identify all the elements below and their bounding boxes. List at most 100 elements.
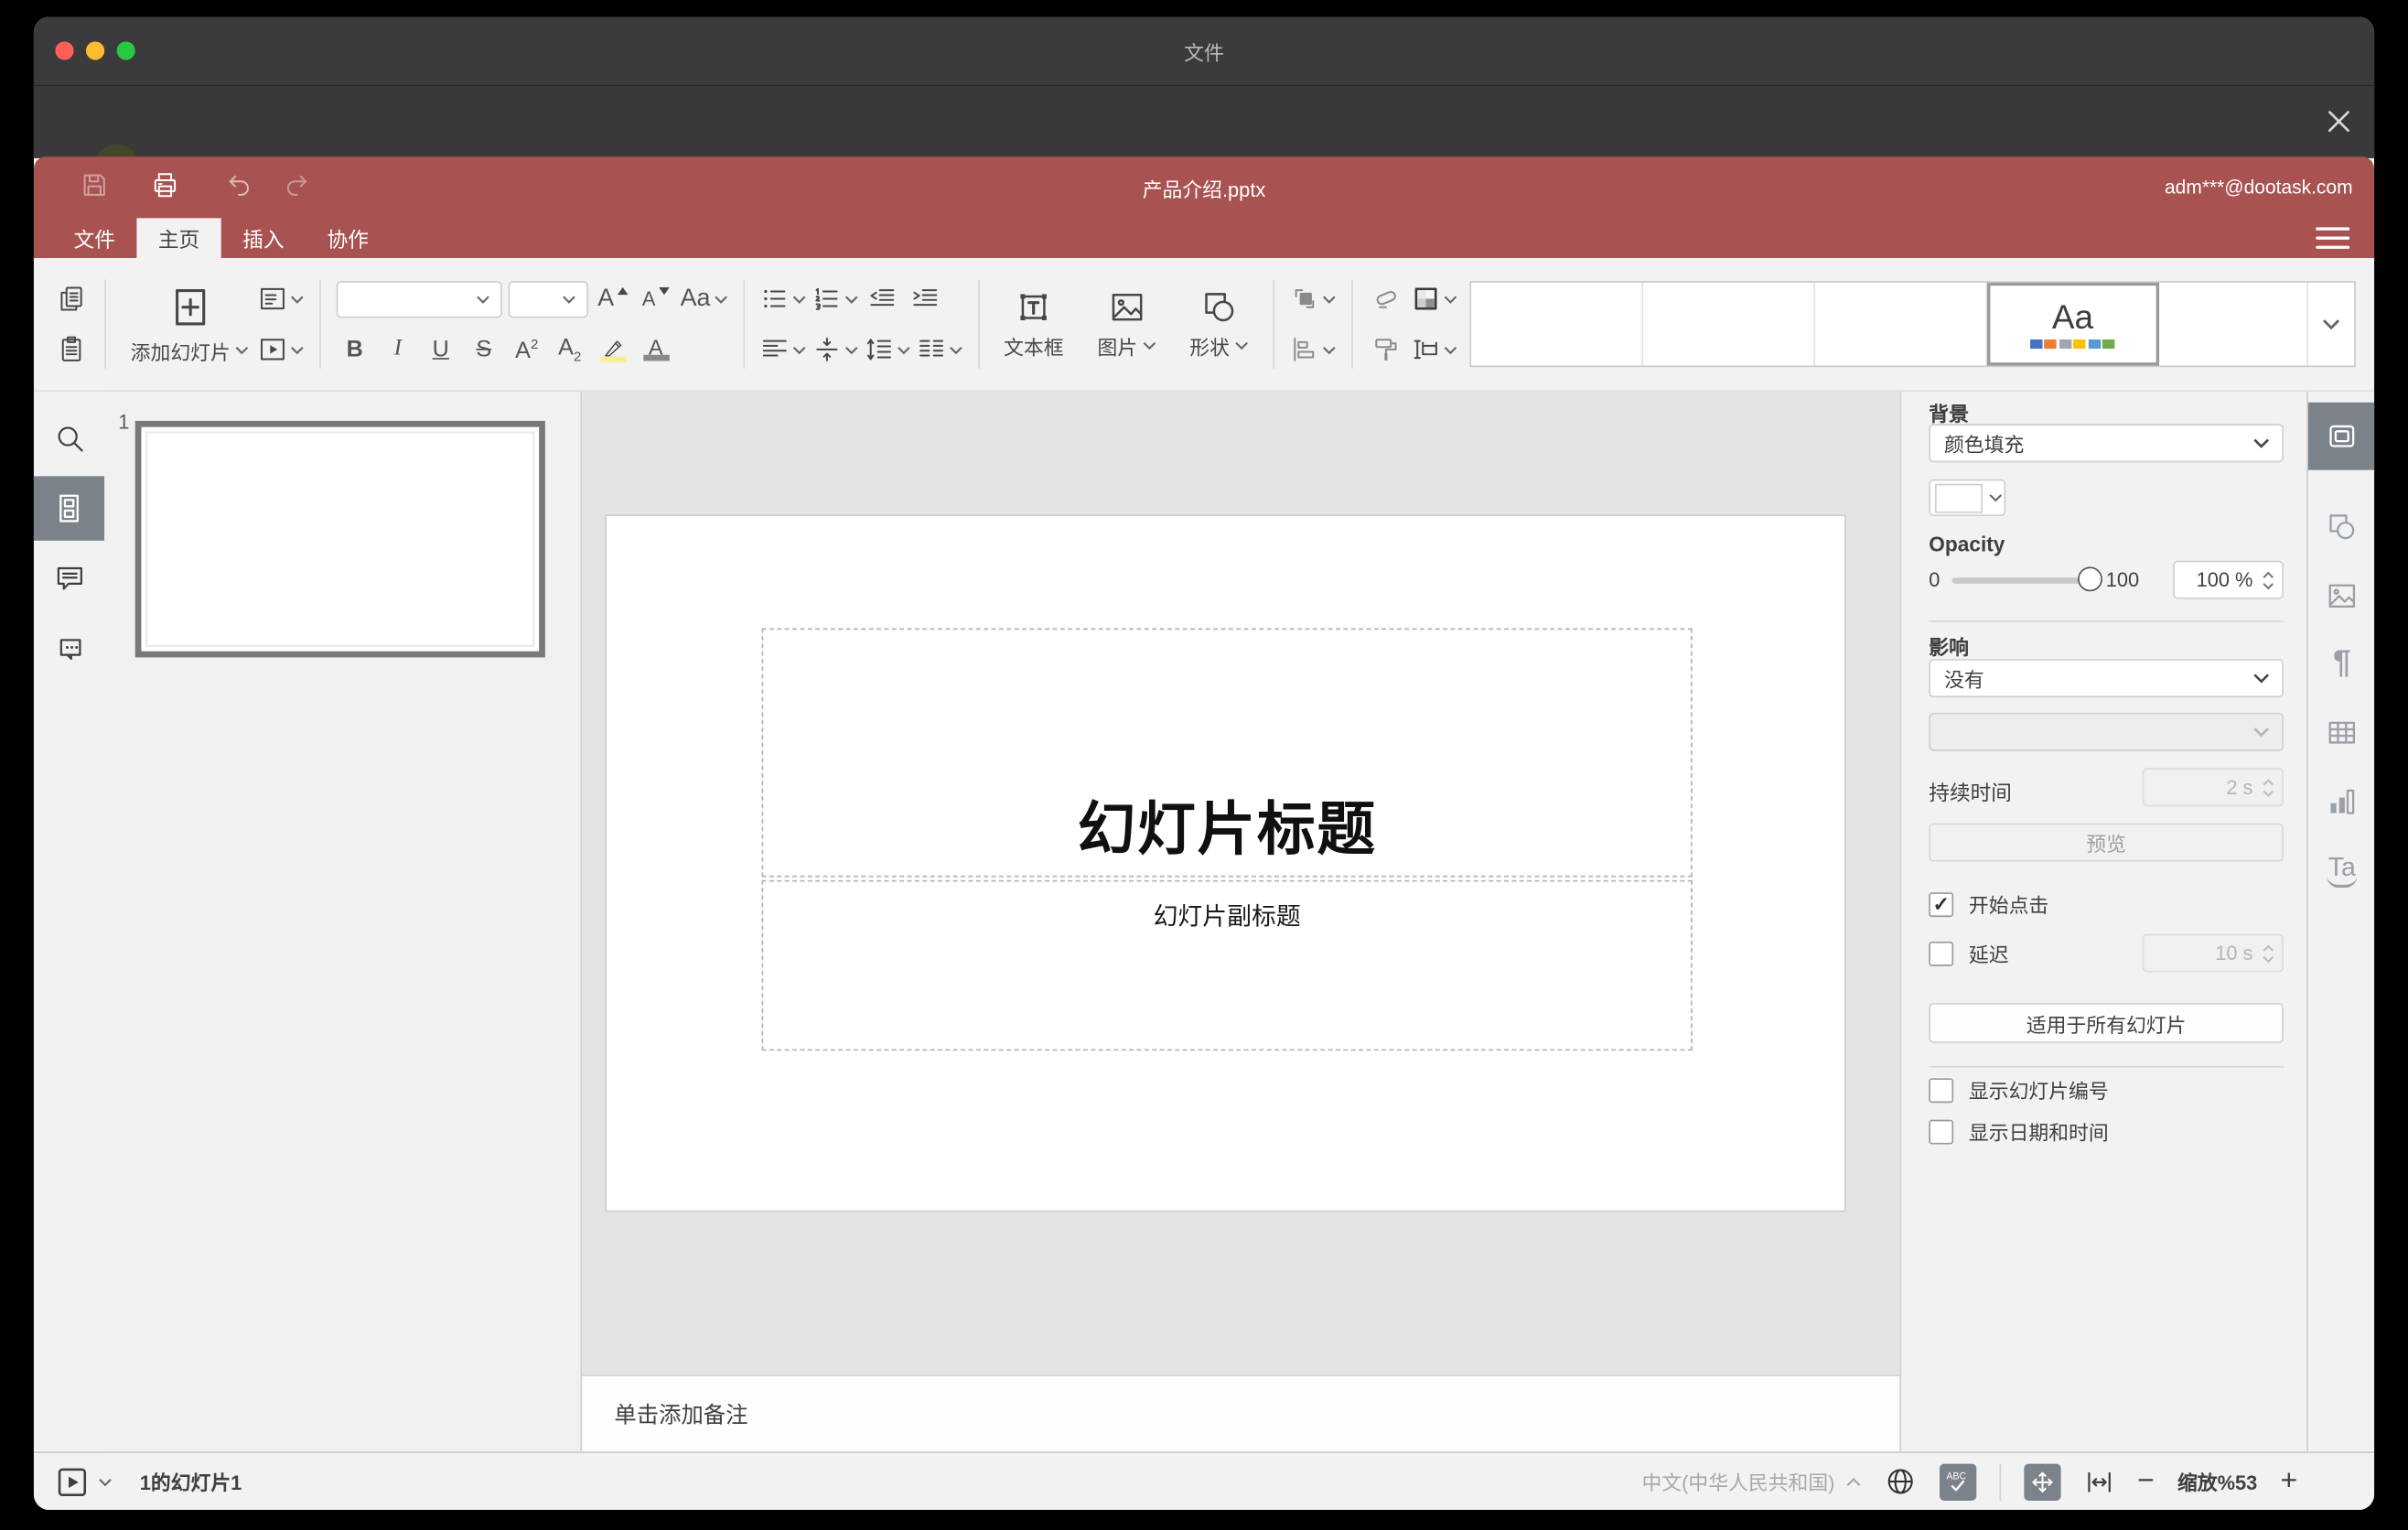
insert-shape-button[interactable]: 形状 [1180,288,1257,361]
search-icon[interactable] [34,405,104,469]
paste-button[interactable] [52,329,89,370]
highlight-color-button[interactable] [595,329,631,370]
background-fill-select[interactable]: 颜色填充 [1929,424,2284,463]
theme-gallery-expand-button[interactable] [2308,283,2354,366]
background-color-swatch[interactable] [1929,479,2006,516]
tab-insert[interactable]: 插入 [221,218,306,258]
font-name-combo[interactable] [336,280,502,318]
delay-checkbox[interactable] [1929,941,1954,965]
theme-item[interactable] [1642,282,1815,366]
bullet-list-button[interactable] [759,279,805,319]
add-slide-button[interactable]: 添加幻灯片 [122,258,258,390]
slides-panel-icon[interactable] [33,476,105,541]
theme-item-selected[interactable]: Aa [1986,282,2159,366]
opacity-spinner[interactable]: 100 % [2173,560,2284,599]
vertical-align-button[interactable] [812,329,857,370]
increase-font-button[interactable]: A [595,279,631,319]
subscript-button[interactable]: A2 [552,329,588,370]
apply-to-all-slides-button[interactable]: 适用于所有幻灯片 [1929,1003,2284,1043]
eraser-button[interactable] [1368,279,1404,319]
delay-label: 延迟 [1968,943,2009,966]
copy-button[interactable] [52,279,89,319]
tab-file[interactable]: 文件 [52,218,136,258]
slide-thumbnail[interactable] [134,420,545,658]
slideshow-options-chevron-icon[interactable] [98,1477,112,1486]
fit-to-slide-icon[interactable] [2023,1462,2061,1501]
zoom-traffic-icon[interactable] [116,41,135,60]
slide-counter: 1的幻灯片1 [139,1471,242,1495]
image-settings-icon[interactable] [2308,562,2374,630]
italic-button[interactable]: I [380,329,416,370]
tab-collaboration[interactable]: 协作 [306,218,390,258]
notes-placeholder-text: 单击添加备注 [614,1404,748,1429]
subtitle-placeholder[interactable]: 幻灯片副标题 [761,879,1693,1051]
language-selector[interactable]: 中文(中华人民共和国) [1642,1467,1861,1496]
title-placeholder[interactable]: 幻灯片标题 [761,628,1693,878]
effect-select[interactable]: 没有 [1929,659,2284,698]
theme-item[interactable] [1470,282,1643,366]
copy-style-button[interactable] [1368,329,1404,370]
font-size-combo[interactable] [508,280,588,318]
shape-settings-icon[interactable] [2308,493,2374,561]
start-on-click-checkbox[interactable]: ✓ [1929,891,1954,917]
theme-item[interactable] [1814,282,1987,366]
align-shapes-button[interactable] [1289,329,1335,370]
change-case-button[interactable]: Aa [681,279,727,319]
increase-indent-button[interactable] [907,279,943,319]
slide-thumbnails-panel: 1 [104,392,583,1452]
columns-button[interactable] [916,329,962,370]
slide-size-button[interactable] [1411,329,1457,370]
paragraph-group [759,258,962,390]
tab-home[interactable]: 主页 [136,218,221,258]
opacity-slider[interactable] [1951,566,2103,591]
insert-image-button[interactable]: 图片 [1088,288,1165,361]
close-traffic-icon[interactable] [55,41,74,60]
opacity-slider-row: 0 100 100 % [1929,560,2284,599]
show-date-time-checkbox[interactable] [1929,1118,1954,1144]
line-spacing-button[interactable] [864,329,909,370]
image-label: 图片 [1097,335,1138,359]
underline-button[interactable]: U [423,329,459,370]
start-slideshow-status-button[interactable] [55,1465,89,1499]
decrease-font-button[interactable]: A [638,279,674,319]
chat-icon[interactable] [34,614,104,678]
notes-area[interactable]: 单击添加备注 [582,1374,1900,1452]
fit-to-width-icon[interactable] [2083,1466,2114,1497]
ribbon-tabs: 文件 主页 插入 协作 [34,218,2374,258]
slide-settings-icon[interactable] [2307,402,2375,470]
zoom-in-button[interactable]: + [2280,1467,2297,1496]
chart-settings-icon[interactable] [2308,768,2374,835]
theme-item[interactable] [2158,282,2308,366]
slide-layout-button[interactable] [258,279,304,319]
decrease-indent-button[interactable] [864,279,900,319]
bold-button[interactable]: B [337,329,373,370]
menu-icon[interactable] [2316,224,2350,252]
set-language-globe-icon[interactable] [1884,1465,1916,1497]
arrange-shapes-button[interactable] [1289,279,1335,319]
zoom-out-button[interactable]: − [2137,1467,2155,1496]
show-slide-number-checkbox[interactable] [1929,1077,1954,1103]
spell-check-icon[interactable]: ABC [1939,1462,1976,1501]
close-icon[interactable] [2322,104,2356,138]
superscript-button[interactable]: A2 [509,329,545,370]
color-scheme-button[interactable] [1411,279,1457,319]
opacity-slider-thumb[interactable] [2078,566,2103,591]
font-color-bar [642,354,670,361]
status-bar: 1的幻灯片1 中文(中华人民共和国) ABC − 缩放%53 + [33,1451,2375,1511]
minimize-traffic-icon[interactable] [85,41,105,60]
textbox-button[interactable]: 文本框 [994,288,1073,361]
font-color-button[interactable]: A [638,329,674,370]
table-settings-icon[interactable] [2308,699,2374,767]
slide-editor[interactable]: 幻灯片标题 幻灯片副标题 [605,514,1846,1212]
slide-title-text: 幻灯片标题 [1077,798,1377,864]
dark-header-strip [33,84,2375,158]
textart-settings-icon[interactable]: Ta [2308,835,2374,903]
strikethrough-button[interactable]: S [466,329,502,370]
effect-section-label: 影响 [1929,635,1969,660]
comments-icon[interactable] [34,545,104,609]
horizontal-align-button[interactable] [759,329,805,370]
numbered-list-button[interactable] [812,279,857,319]
start-slideshow-button[interactable] [258,329,304,370]
preview-button[interactable]: 预览 [1929,823,2284,862]
paragraph-settings-icon[interactable]: ¶ [2308,630,2374,697]
